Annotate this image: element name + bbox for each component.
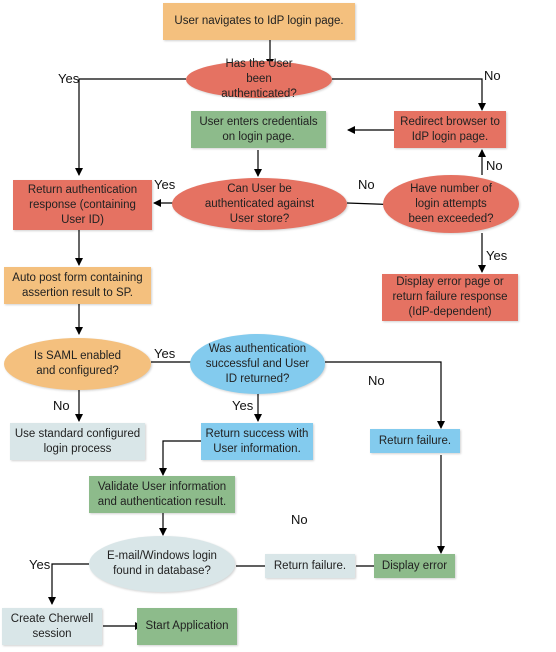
start-application-node: Start Application (137, 608, 237, 645)
arrow-success-no (325, 361, 445, 429)
label-no-login-found: No (291, 512, 308, 527)
return-success-node: Return success with User information. (201, 423, 313, 460)
login-found-decision: E-mail/Windows login found in database? (89, 536, 235, 592)
arrow-loginq-yes (48, 563, 89, 605)
redirect-node: Redirect browser to IdP login page. (394, 111, 506, 148)
label-yes-attempts: Yes (486, 248, 508, 263)
display-error-page-node: Display error page or return failure res… (382, 274, 518, 321)
label-yes-can-auth: Yes (154, 177, 176, 192)
auth-successful-decision: Was authentication successful and User I… (190, 334, 325, 394)
standard-login-node: Use standard configured login process (10, 423, 145, 460)
return-failure-2-node: Return failure. (265, 554, 355, 578)
label-no-can-auth: No (358, 177, 375, 192)
arrow-authq-yes (75, 78, 186, 176)
label-no-saml: No (53, 398, 70, 413)
create-session-node: Create Cherwell session (2, 608, 102, 645)
return-failure-node: Return failure. (370, 429, 460, 453)
return-auth-response-node: Return authentication response (containi… (13, 180, 152, 230)
attempts-exceeded-decision: Have number of login attempts been excee… (383, 175, 519, 233)
label-yes-login-found: Yes (29, 557, 51, 572)
auto-post-node: Auto post form containing assertion resu… (4, 267, 151, 304)
authenticated-decision: Has the User been authenticated? (186, 58, 332, 100)
can-authenticate-decision: Can User be authenticated against User s… (172, 178, 347, 230)
label-yes-saml: Yes (154, 346, 176, 361)
label-yes-success: Yes (232, 398, 254, 413)
label-yes-authenticated: Yes (58, 71, 80, 86)
arrow-authq-no (332, 78, 486, 111)
display-error-node: Display error (374, 554, 455, 578)
label-no-success: No (368, 373, 385, 388)
enter-credentials-node: User enters credentials on login page. (191, 111, 326, 148)
label-no-authenticated: No (484, 68, 501, 83)
saml-enabled-decision: Is SAML enabled and configured? (4, 338, 151, 390)
label-no-attempts: No (486, 158, 503, 173)
validate-node: Validate User information and authentica… (89, 476, 235, 513)
start-node: User navigates to IdP login page. (163, 3, 355, 40)
